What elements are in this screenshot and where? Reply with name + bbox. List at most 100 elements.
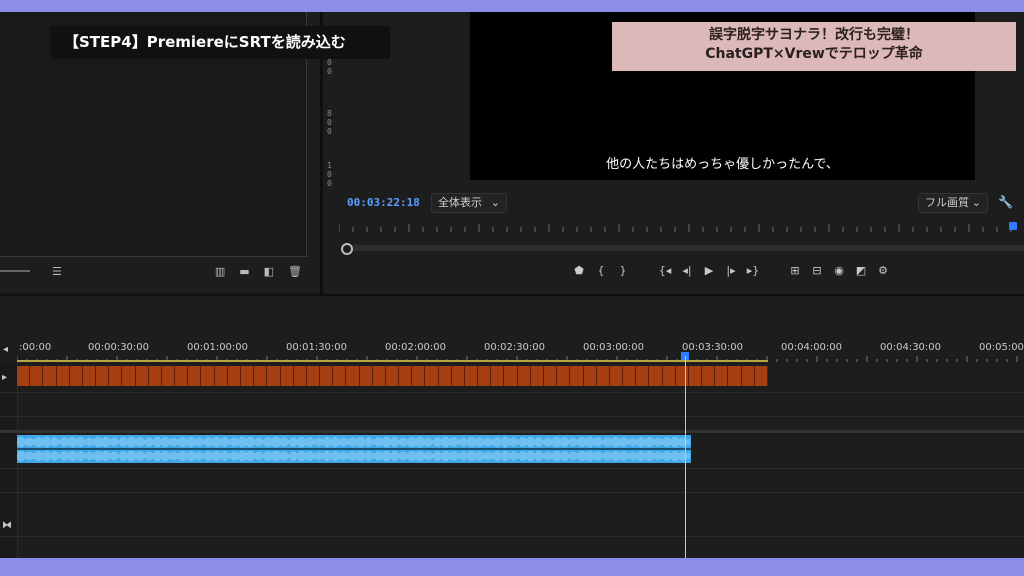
caption-clip[interactable] — [530, 366, 544, 386]
caption-clip[interactable] — [135, 366, 149, 386]
step-forward-icon[interactable]: |▸ — [720, 264, 742, 277]
settings-icon[interactable]: ⚙ — [872, 264, 894, 277]
caption-clip[interactable] — [293, 366, 307, 386]
export-icon[interactable]: ◧ — [264, 266, 274, 278]
caption-clip[interactable] — [438, 366, 452, 386]
caption-clip[interactable] — [96, 366, 110, 386]
work-area-bar[interactable] — [17, 360, 768, 362]
caption-clip[interactable] — [688, 366, 703, 386]
caption-clip[interactable] — [359, 366, 373, 386]
caption-clip[interactable] — [609, 366, 624, 386]
caption-clip[interactable] — [754, 366, 768, 386]
caption-clip[interactable] — [188, 366, 202, 386]
caption-clip[interactable] — [333, 366, 347, 386]
caption-clip[interactable] — [675, 366, 689, 386]
ruler-number: 8 — [327, 109, 332, 118]
playhead-timecode[interactable]: 00:03:22:18 — [347, 196, 420, 209]
extract-icon[interactable]: ⊟ — [806, 264, 828, 277]
caption-clip[interactable] — [636, 366, 650, 386]
caption-clip[interactable] — [451, 366, 465, 386]
caption-clip[interactable] — [464, 366, 479, 386]
program-timeline-ruler[interactable] — [339, 224, 1019, 232]
caption-clip[interactable] — [254, 366, 268, 386]
caption-clip[interactable] — [82, 366, 97, 386]
caption-track — [17, 366, 768, 386]
step-back-icon[interactable]: ◂| — [676, 264, 698, 277]
ruler-time-label: 00:05:00 — [979, 342, 1024, 353]
caption-clip[interactable] — [306, 366, 321, 386]
caption-clip[interactable] — [148, 366, 162, 386]
source-toolbar: ▥ ▬ ◧ 🗑 — [215, 266, 302, 278]
caption-clip[interactable] — [623, 366, 637, 386]
caption-clip[interactable] — [425, 366, 439, 386]
trash-icon[interactable]: 🗑 — [288, 266, 302, 278]
step-title-banner: 【STEP4】PremiereにSRTを読み込む — [50, 26, 390, 59]
wrench-icon[interactable]: 🔧 — [998, 195, 1013, 209]
list-icon[interactable]: ☰ — [52, 266, 62, 278]
go-to-out-icon[interactable]: ▸} — [742, 264, 764, 277]
lift-icon[interactable]: ⊞ — [784, 264, 806, 277]
timeline-playhead[interactable] — [685, 356, 686, 558]
track-divider — [0, 392, 1024, 393]
audio-sync-icon[interactable]: ⧓ — [2, 520, 12, 531]
caption-clip[interactable] — [649, 366, 663, 386]
mark-out-icon[interactable]: } — [612, 264, 634, 277]
caption-clip[interactable] — [280, 366, 294, 386]
caption-clip[interactable] — [399, 366, 413, 386]
track-target-icon[interactable]: ▸ — [2, 372, 7, 383]
insert-icon[interactable]: ▥ — [215, 266, 225, 278]
caption-clip[interactable] — [109, 366, 123, 386]
caption-clip[interactable] — [201, 366, 215, 386]
scroll-handle[interactable] — [341, 243, 353, 255]
caption-clip[interactable] — [557, 366, 571, 386]
program-playhead[interactable] — [1009, 222, 1017, 230]
caption-clip[interactable] — [161, 366, 176, 386]
audio-clip[interactable] — [17, 435, 691, 463]
caption-clip[interactable] — [122, 366, 136, 386]
camera-icon[interactable]: ◉ — [828, 264, 850, 277]
caption-clip[interactable] — [583, 366, 597, 386]
ruler-number: 0 — [327, 118, 332, 127]
caption-clip[interactable] — [69, 366, 83, 386]
caption-clip[interactable] — [240, 366, 255, 386]
caption-clip[interactable] — [56, 366, 70, 386]
timeline-menu-icon[interactable]: ◂ — [3, 344, 8, 355]
transport-controls: ⬟ { } {◂ ◂| ▶ |▸ ▸} ⊞ ⊟ ◉ ◩ ⚙ — [568, 264, 894, 277]
folder-icon[interactable]: ▬ — [239, 266, 249, 278]
marker-icon[interactable]: ⬟ — [568, 264, 590, 277]
caption-clip[interactable] — [504, 366, 518, 386]
caption-clip[interactable] — [214, 366, 228, 386]
ruler-time-label: 00:04:00:00 — [781, 342, 843, 353]
go-to-in-icon[interactable]: {◂ — [654, 264, 676, 277]
caption-clip[interactable] — [412, 366, 426, 386]
compare-icon[interactable]: ◩ — [850, 264, 872, 277]
caption-clip[interactable] — [320, 366, 334, 386]
caption-clip[interactable] — [491, 366, 505, 386]
caption-clip[interactable] — [267, 366, 281, 386]
caption-clip[interactable] — [478, 366, 492, 386]
mark-in-icon[interactable]: { — [590, 264, 612, 277]
playback-quality-dropdown[interactable]: フル画質 ⌄ — [918, 193, 988, 213]
caption-clip[interactable] — [17, 366, 31, 386]
caption-clip[interactable] — [596, 366, 610, 386]
caption-clip[interactable] — [43, 366, 57, 386]
zoom-level-dropdown[interactable]: 全体表示 ⌄ — [431, 193, 507, 213]
caption-clip[interactable] — [346, 366, 360, 386]
caption-clip[interactable] — [544, 366, 558, 386]
caption-clip[interactable] — [728, 366, 742, 386]
caption-clip[interactable] — [570, 366, 584, 386]
caption-clip[interactable] — [741, 366, 755, 386]
caption-clip[interactable] — [175, 366, 189, 386]
caption-clip[interactable] — [702, 366, 716, 386]
caption-clip[interactable] — [662, 366, 676, 386]
caption-clip[interactable] — [227, 366, 241, 386]
source-zoom-slider[interactable] — [0, 270, 30, 272]
play-icon[interactable]: ▶ — [698, 264, 720, 277]
caption-clip[interactable] — [372, 366, 386, 386]
caption-clip[interactable] — [517, 366, 531, 386]
caption-clip[interactable] — [30, 366, 44, 386]
program-scroll-bar[interactable] — [345, 245, 1024, 251]
caption-clip[interactable] — [715, 366, 729, 386]
ruler-number: 0 — [327, 127, 332, 136]
caption-clip[interactable] — [385, 366, 400, 386]
